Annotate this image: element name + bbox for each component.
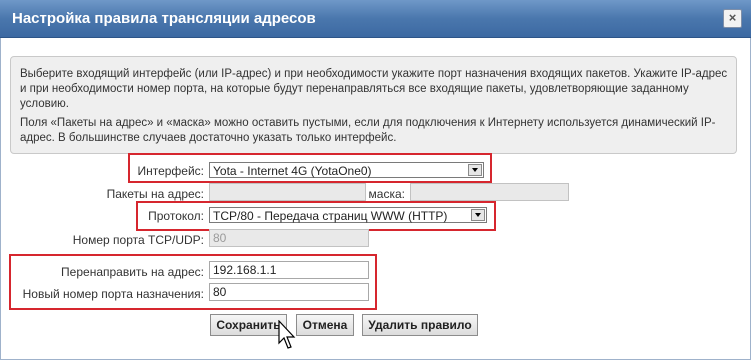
delete-rule-button[interactable]: Удалить правило [362,314,478,336]
port-label: Номер порта TCP/UDP: [72,233,204,247]
protocol-select[interactable]: TCP/80 - Передача страниц WWW (HTTP) [209,207,487,223]
mask-field[interactable] [410,183,569,201]
redirect-address-field[interactable]: 192.168.1.1 [209,261,369,279]
info-paragraph-1: Выберите входящий интерфейс (или IP-адре… [20,68,728,110]
chevron-down-icon [468,164,482,176]
packets-address-field[interactable] [209,183,366,201]
dialog-title: Настройка правила трансляции адресов [12,10,316,27]
cancel-button[interactable]: Отмена [296,314,354,336]
interface-label: Интерфейс: [137,164,204,178]
close-icon[interactable]: × [723,9,742,28]
info-paragraph-2: Поля «Пакеты на адрес» и «маска» можно о… [20,117,716,144]
mask-label: маска: [368,187,405,201]
redirect-label: Перенаправить на адрес: [61,265,204,279]
dialog-titlebar: Настройка правила трансляции адресов × [0,0,751,38]
interface-select[interactable]: Yota - Internet 4G (YotaOne0) [209,162,484,178]
info-panel: Выберите входящий интерфейс (или IP-адре… [10,56,737,154]
protocol-label: Протокол: [148,209,204,223]
save-button[interactable]: Сохранить [210,314,287,336]
mouse-cursor-icon [278,320,296,349]
packets-label: Пакеты на адрес: [106,187,204,201]
protocol-select-value: TCP/80 - Передача страниц WWW (HTTP) [213,209,448,223]
new-port-field[interactable]: 80 [209,283,369,301]
new-port-label: Новый номер порта назначения: [22,287,204,301]
port-field[interactable]: 80 [209,229,369,247]
chevron-down-icon [471,209,485,221]
interface-select-value: Yota - Internet 4G (YotaOne0) [213,164,372,178]
